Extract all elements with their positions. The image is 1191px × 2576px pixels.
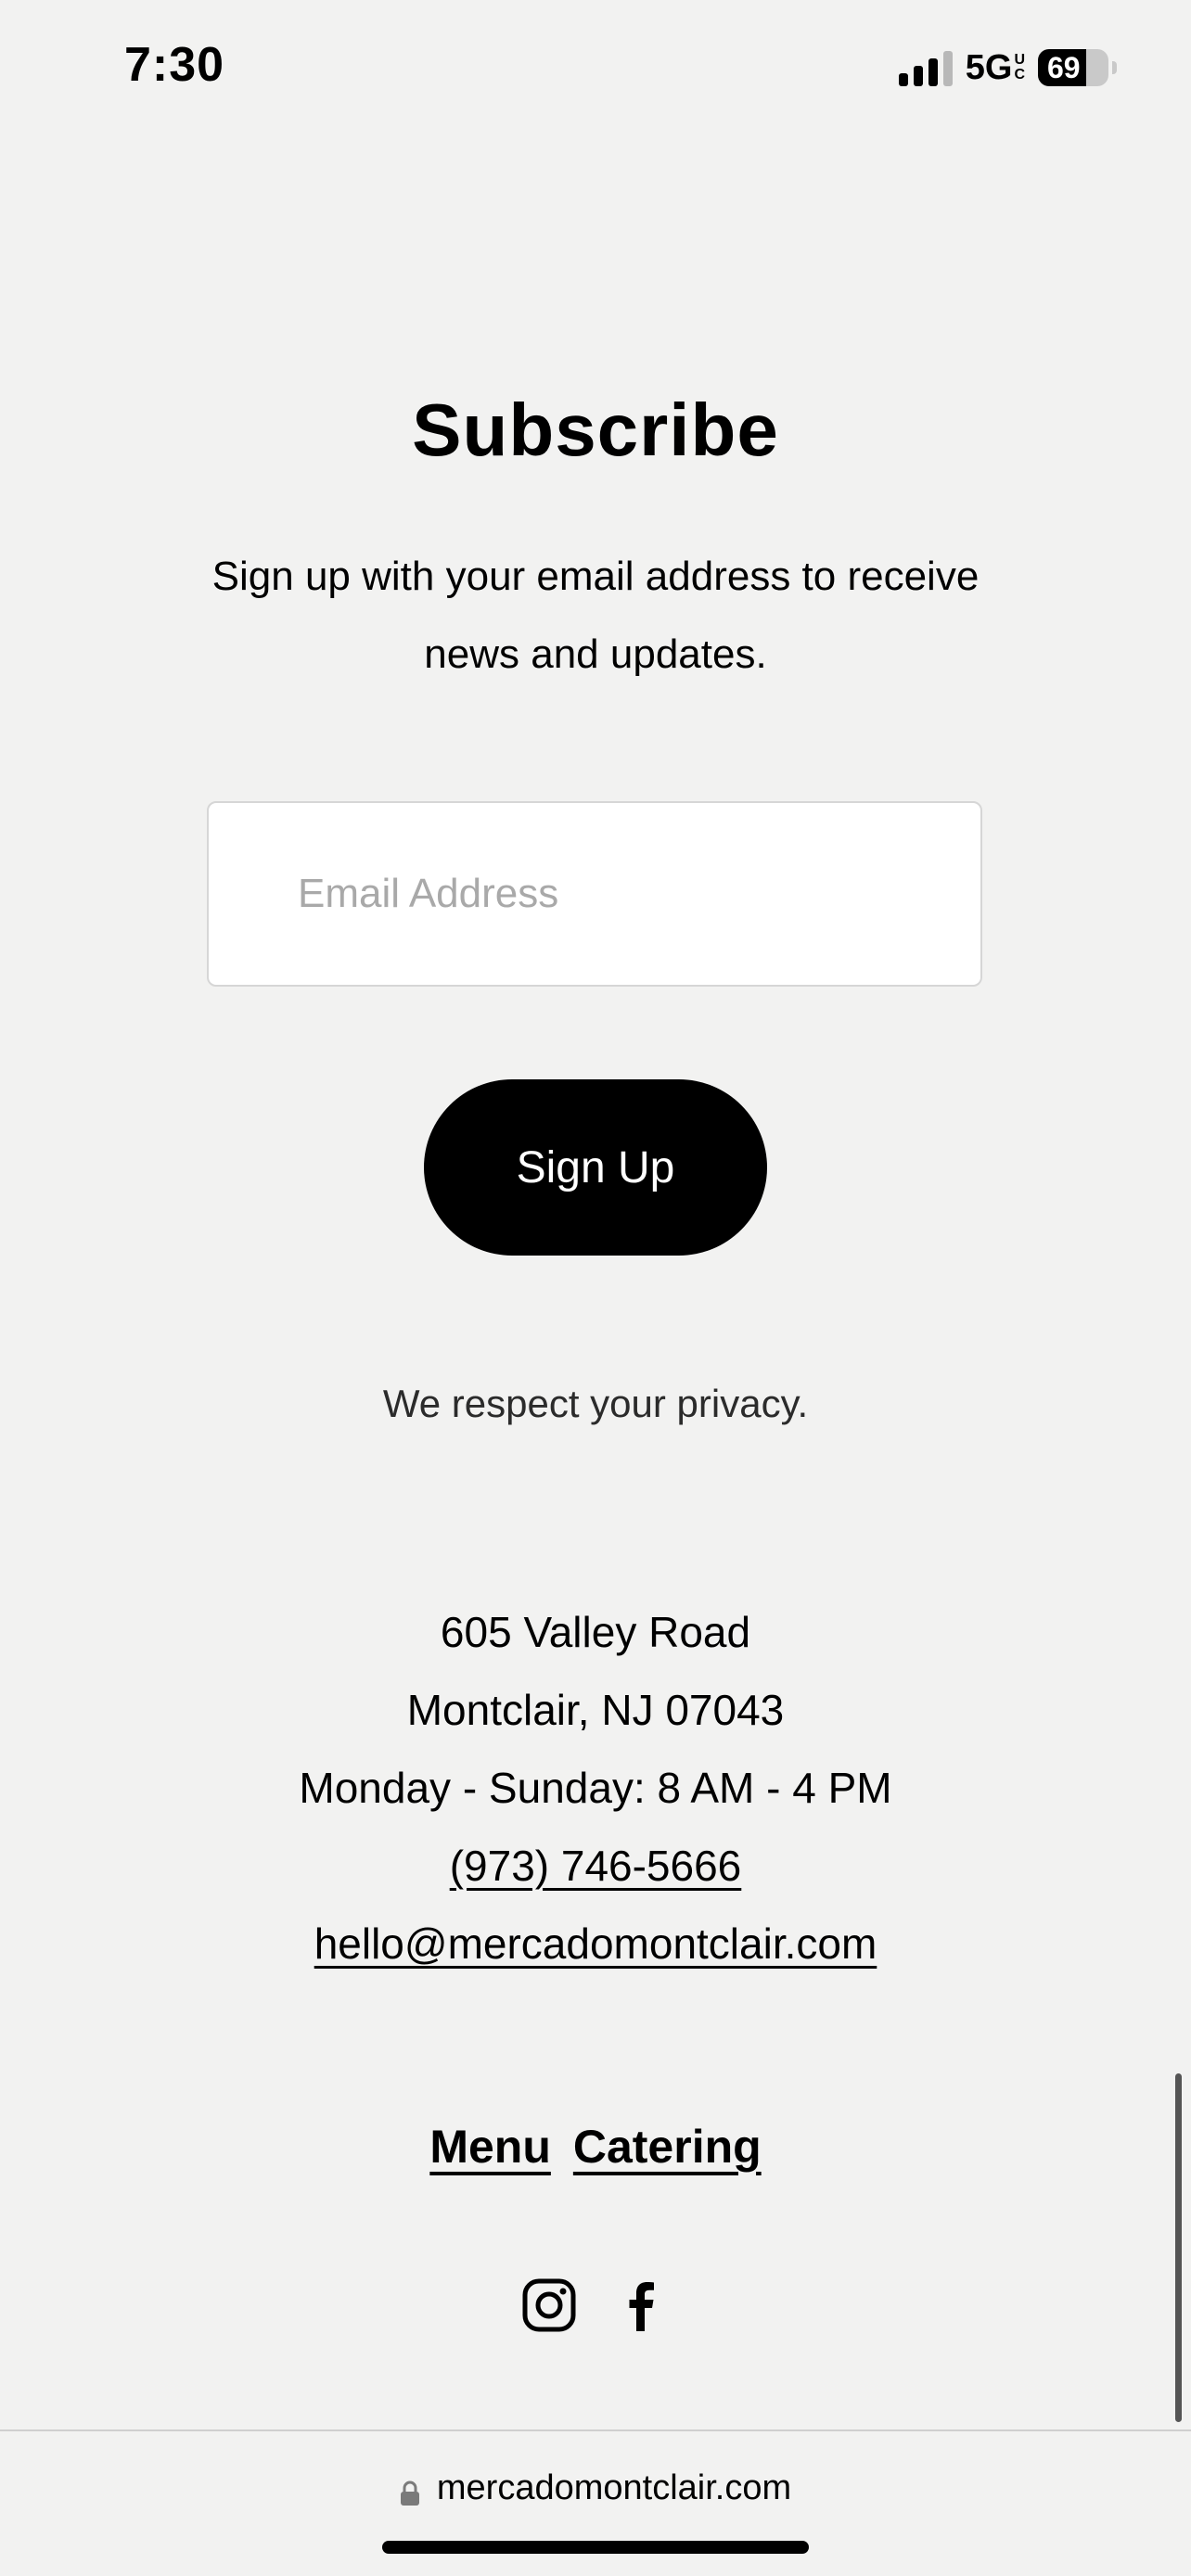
network-suffix-bottom: C [1014,67,1025,83]
instagram-icon[interactable] [521,2277,577,2333]
status-indicators: 5G U C 69 [898,45,1117,91]
email-field[interactable] [207,801,982,987]
menu-link[interactable]: Menu [429,2120,551,2174]
status-bar: 7:30 5G U C 69 [0,0,1191,139]
email-link[interactable]: hello@mercadomontclair.com [314,1905,877,1983]
sign-up-button[interactable]: Sign Up [424,1079,767,1256]
url-text: mercadomontclair.com [436,2468,792,2507]
status-time: 7:30 [124,38,225,92]
network-type: 5G U C [966,48,1025,88]
address-line-2: Montclair, NJ 07043 [406,1686,785,1734]
url-row: mercadomontclair.com [0,2468,1191,2508]
network-suffix: U C [1014,53,1025,83]
phone-link[interactable]: (973) 746-5666 [450,1827,742,1905]
catering-link[interactable]: Catering [573,2120,762,2174]
footer-nav: Menu Catering [0,2120,1191,2174]
lock-icon [400,2476,420,2506]
network-suffix-top: U [1014,52,1025,68]
battery-icon: 69 [1038,49,1108,86]
home-indicator[interactable] [382,2541,809,2554]
battery-tip [1112,61,1117,74]
battery-level: 69 [1047,50,1081,84]
address-line-1: 605 Valley Road [440,1608,751,1656]
subscribe-description: Sign up with your email address to recei… [211,554,980,677]
privacy-note: We respect your privacy. [382,1382,809,1425]
phone-row: (973) 746-5666 [0,1827,1191,1905]
facebook-icon[interactable] [614,2277,670,2333]
page: 7:30 5G U C 69 Subscribe Sign up with yo… [0,0,1191,2576]
scrollbar[interactable] [1175,2073,1182,2422]
social-links [0,2277,1191,2333]
cellular-signal-icon [898,49,953,86]
opening-hours: Monday - Sunday: 8 AM - 4 PM [299,1764,892,1812]
contact-info: 605 Valley Road Montclair, NJ 07043 Mond… [0,1593,1191,1983]
network-label: 5G [965,47,1013,87]
email-row: hello@mercadomontclair.com [0,1905,1191,1983]
subscribe-title: Subscribe [412,389,779,471]
browser-url-bar[interactable]: mercadomontclair.com [0,2429,1191,2576]
